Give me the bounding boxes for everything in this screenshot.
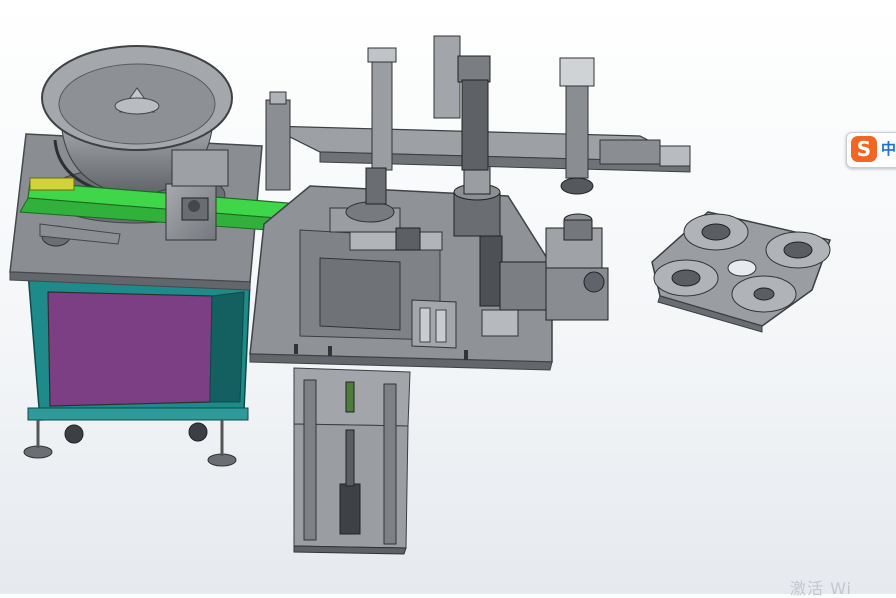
lower-support-stand: [293, 367, 411, 555]
assembly-model[interactable]: [0, 0, 896, 594]
fixture-plate: [651, 211, 831, 333]
sogou-logo-icon: S: [851, 136, 877, 162]
vertical-cylinder-3: [559, 57, 595, 195]
ime-mode-label: 中: [881, 140, 896, 158]
activation-watermark: 激活 Wi: [790, 579, 853, 598]
feeder-cabinet: [23, 271, 251, 467]
vertical-cylinder-1: [365, 47, 397, 205]
input-method-badge[interactable]: S 中: [846, 132, 896, 168]
cad-viewport[interactable]: [0, 0, 896, 594]
